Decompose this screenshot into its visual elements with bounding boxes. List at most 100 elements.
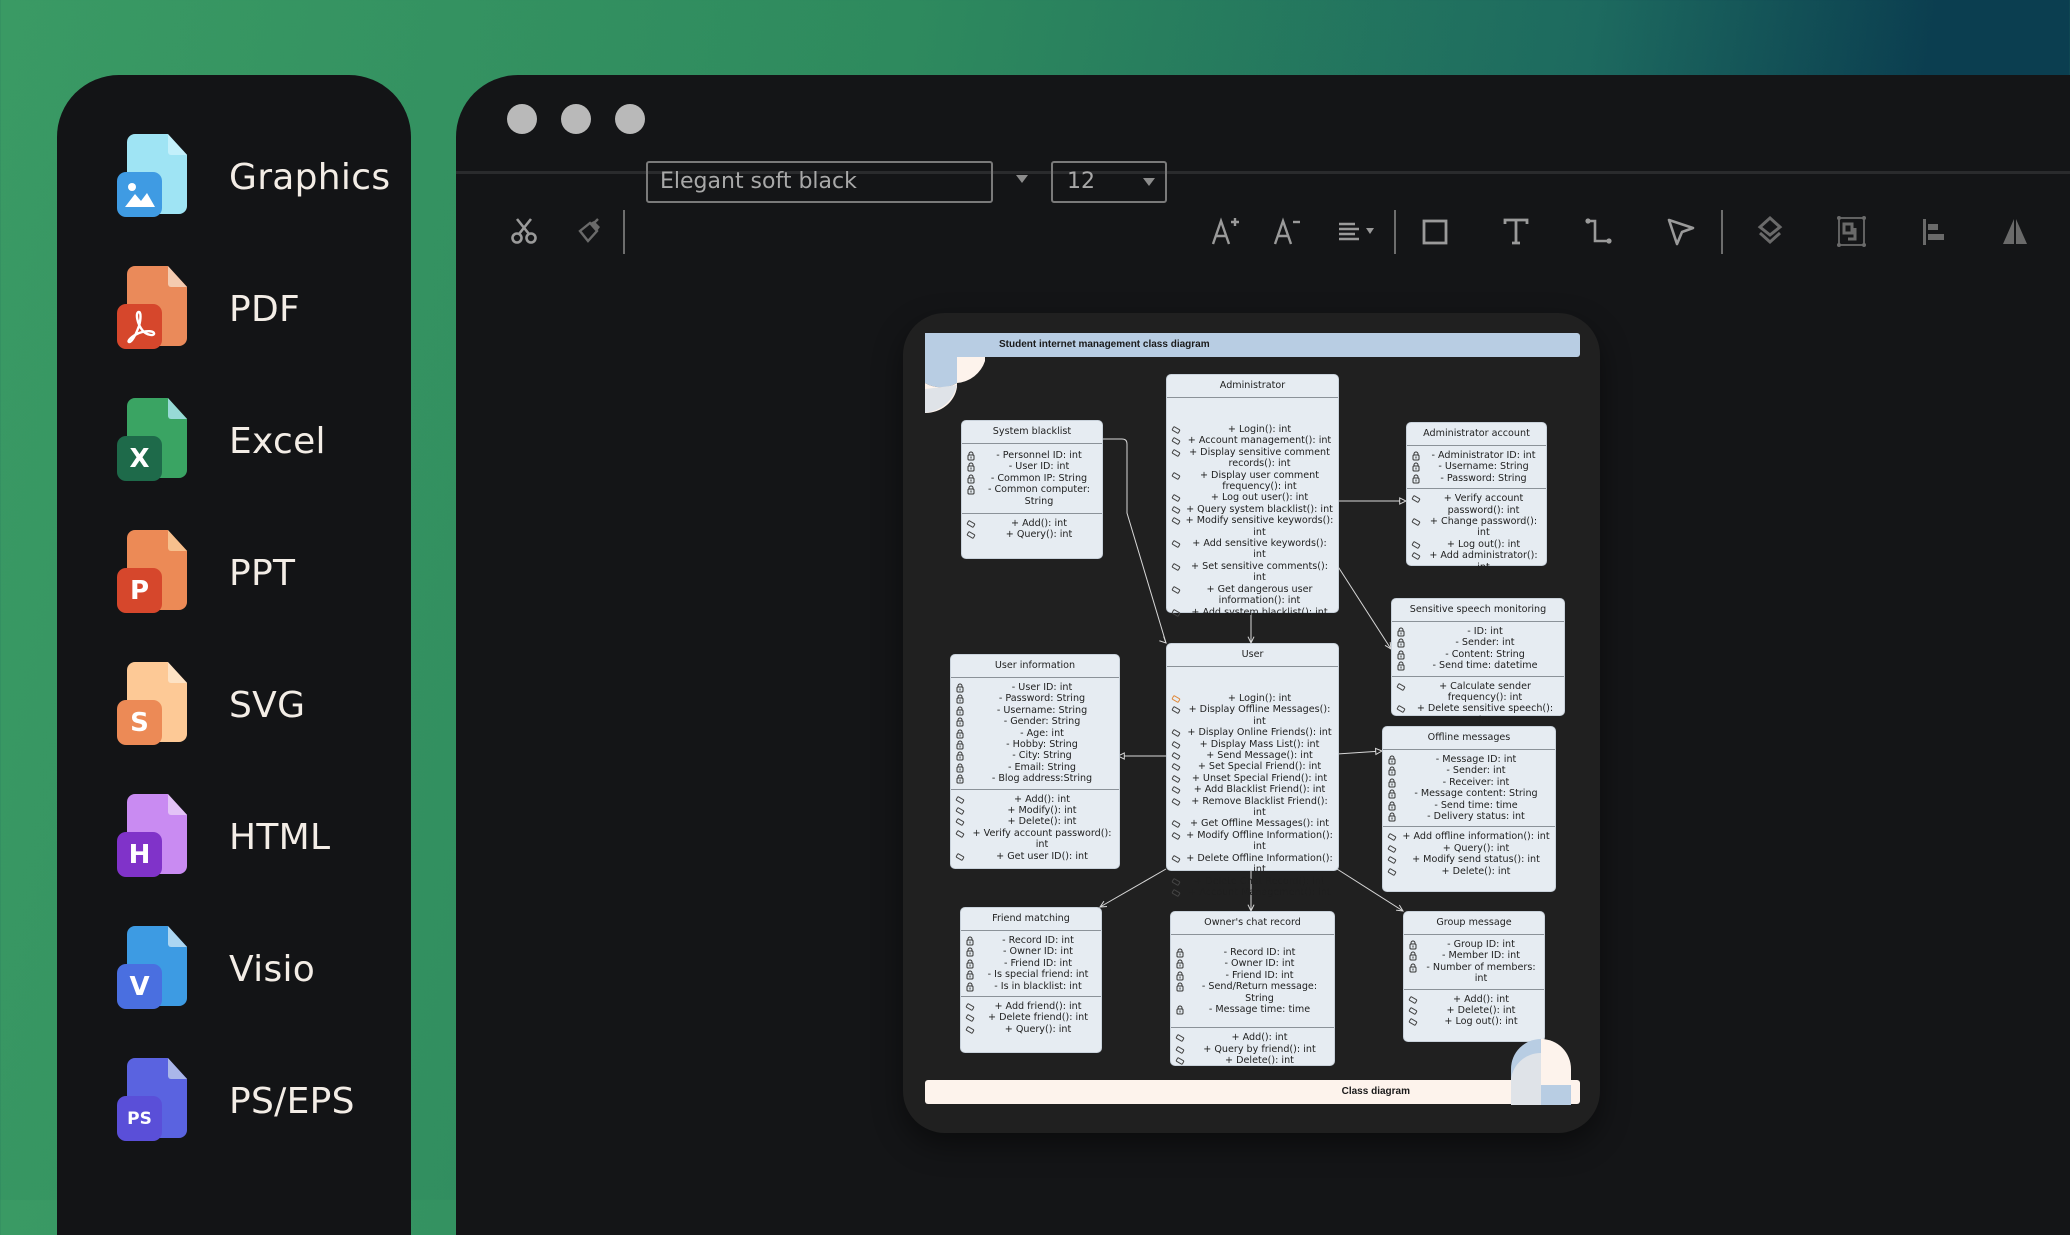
method-text: + Add sensitive keywords(): int <box>1192 538 1327 561</box>
relation-association-line[interactable] <box>1101 438 1167 644</box>
relation-association-line[interactable] <box>1099 868 1167 908</box>
attribute-text: - Group ID: int <box>1447 939 1515 950</box>
attribute-text: - Owner ID: int <box>1224 958 1295 970</box>
public-method-icon <box>1171 426 1181 434</box>
class-system-blacklist[interactable]: System blacklist - Personnel ID: int - Use… <box>961 420 1103 559</box>
decrease-font-button[interactable] <box>1266 210 1308 252</box>
private-lock-icon <box>1412 451 1420 461</box>
text-tool-button[interactable] <box>1495 210 1537 252</box>
class-friend-matching[interactable]: Friend matching - Record ID: int - Owner I… <box>960 907 1102 1053</box>
method-row: + Modify sensitive keywords(): int <box>1171 515 1334 538</box>
diagram-canvas-card[interactable]: Student internet management class diagra… <box>903 313 1600 1133</box>
attribute-text: - Send time: datetime <box>1432 660 1538 672</box>
attribute-text: - User ID: int <box>1008 461 1070 473</box>
window-close-dot[interactable] <box>507 104 537 134</box>
class-group-message[interactable]: Group message - Group ID: int - Member ID:… <box>1403 911 1545 1042</box>
class-user-information[interactable]: User information - User ID: int - Password… <box>950 654 1120 869</box>
relation-generalization-line[interactable] <box>1336 750 1383 755</box>
class-administrator-account[interactable]: Administrator account - Administrator ID:… <box>1406 422 1547 573</box>
window-minimize-dot[interactable] <box>561 104 591 134</box>
attribute-text: - Age: int <box>1020 727 1064 739</box>
relation-association-line[interactable] <box>1336 564 1392 650</box>
sidebar-item-label: PS/EPS <box>229 1080 355 1122</box>
private-lock-icon <box>966 970 974 980</box>
class-owners-chat-record[interactable]: Owner's chat record - Record ID: int - Own… <box>1170 911 1335 1066</box>
attribute-row: - Sender: int <box>1388 765 1551 776</box>
public-method-icon <box>1411 518 1421 526</box>
sidebar-item-html[interactable]: H HTML <box>117 792 397 882</box>
private-lock-icon <box>1176 1005 1184 1015</box>
method-text: + Unset Special Friend(): int <box>1191 772 1328 784</box>
sidebar-item-label: PDF <box>229 288 301 330</box>
sidebar-item-svg[interactable]: S SVG <box>117 660 397 750</box>
private-lock-icon <box>1388 755 1396 765</box>
public-method-icon <box>1171 608 1181 617</box>
attribute-text: - Friend ID: int <box>1003 957 1073 969</box>
attribute-text: - Administrator ID: int <box>1431 450 1536 461</box>
group-button[interactable] <box>1830 210 1872 252</box>
method-text: + Delete(): int <box>1446 1005 1516 1017</box>
flip-button[interactable] <box>1994 210 2036 252</box>
increase-font-button[interactable] <box>1204 210 1246 252</box>
attribute-row: - Send time: datetime <box>1397 660 1560 672</box>
method-row: + Modify Offline Information(): int <box>1171 829 1334 853</box>
file-fold-shape <box>168 266 187 287</box>
class-user[interactable]: User + Login(): int + Display Offline Mess… <box>1166 643 1339 898</box>
align-lines-icon <box>1339 222 1374 241</box>
pointer-tool-button[interactable] <box>1659 210 1701 252</box>
attribute-text: - ID: int <box>1467 626 1503 637</box>
private-lock-icon <box>1388 789 1396 799</box>
private-lock-icon <box>956 717 964 727</box>
method-row: + Display user comment frequency(): int <box>1171 470 1334 493</box>
window-maximize-dot[interactable] <box>615 104 645 134</box>
align-left-button[interactable] <box>1912 210 1954 252</box>
class-offline-messages[interactable]: Offline messages - Message ID: int - Sende… <box>1382 726 1556 892</box>
method-text: + Change password(): int <box>1429 516 1538 539</box>
method-row: + Get dangerous user information(): int <box>1171 584 1334 607</box>
method-row: + Delete(): int <box>955 816 1115 827</box>
class-sensitive-speech-monitoring[interactable]: Sensitive speech monitoring - ID: int - Se… <box>1391 598 1565 726</box>
group-objects-icon <box>1837 216 1866 247</box>
attribute-text: - Member ID: int <box>1441 950 1521 962</box>
private-lock-icon <box>1397 638 1405 648</box>
text-align-button[interactable] <box>1330 210 1382 252</box>
ps-eps-file-icon: PS <box>117 1058 189 1144</box>
sidebar-item-pdf[interactable]: PDF <box>117 264 397 354</box>
public-method-icon <box>955 853 965 861</box>
class-attributes: - ID: int - Sender: int - Content: String -… <box>1392 622 1564 676</box>
sidebar-item-label: Visio <box>229 948 316 990</box>
sidebar-item-ppt[interactable]: P PPT <box>117 528 397 618</box>
sidebar-item-visio[interactable]: V Visio <box>117 924 397 1014</box>
class-methods: + Calculate sender frequency(): int + Del… <box>1392 675 1564 731</box>
public-method-icon <box>1171 563 1181 571</box>
attribute-row: - Personnel ID: int <box>967 450 1098 461</box>
diagram-footer: Class diagram <box>925 1080 1580 1104</box>
sidebar-item-graphics[interactable]: Graphics <box>117 132 397 222</box>
attribute-row: - Password: String <box>1412 473 1542 484</box>
layers-button[interactable] <box>1749 210 1791 252</box>
public-method-icon <box>1387 868 1397 876</box>
connector-tool-button[interactable] <box>1578 210 1620 252</box>
private-lock-icon <box>967 462 975 472</box>
method-text: + Add friend(): int <box>994 1001 1082 1013</box>
rectangle-tool-button[interactable] <box>1414 210 1456 252</box>
file-badge: P <box>117 568 162 613</box>
class-administrator[interactable]: Administrator + Login(): int + Account man… <box>1166 374 1339 618</box>
public-method-icon <box>965 1003 975 1011</box>
private-lock-icon <box>966 959 974 969</box>
sidebar-item-ps-eps[interactable]: PS PS/EPS <box>117 1056 397 1146</box>
attribute-text: - Owner ID: int <box>1003 946 1073 958</box>
attribute-row: - User ID: int <box>967 461 1098 473</box>
method-row: + Log out user(): int <box>1171 492 1334 503</box>
class-methods: + Login(): int + Account management(): in… <box>1167 420 1338 622</box>
attribute-text: - City: String <box>1012 750 1072 762</box>
pointer-arrow-icon <box>1667 218 1695 246</box>
private-lock-icon <box>1176 982 1184 992</box>
method-row: + Log out(): int <box>1411 539 1542 550</box>
sidebar-item-excel[interactable]: X Excel <box>117 396 397 486</box>
attribute-row: - Age: int <box>956 727 1115 739</box>
font-theme-dropdown-caret[interactable] <box>1016 175 1028 183</box>
method-text: + Login(): int <box>1227 424 1292 435</box>
method-text: + Modify Offline Information(): int <box>1186 829 1333 853</box>
private-lock-icon <box>1388 801 1396 811</box>
